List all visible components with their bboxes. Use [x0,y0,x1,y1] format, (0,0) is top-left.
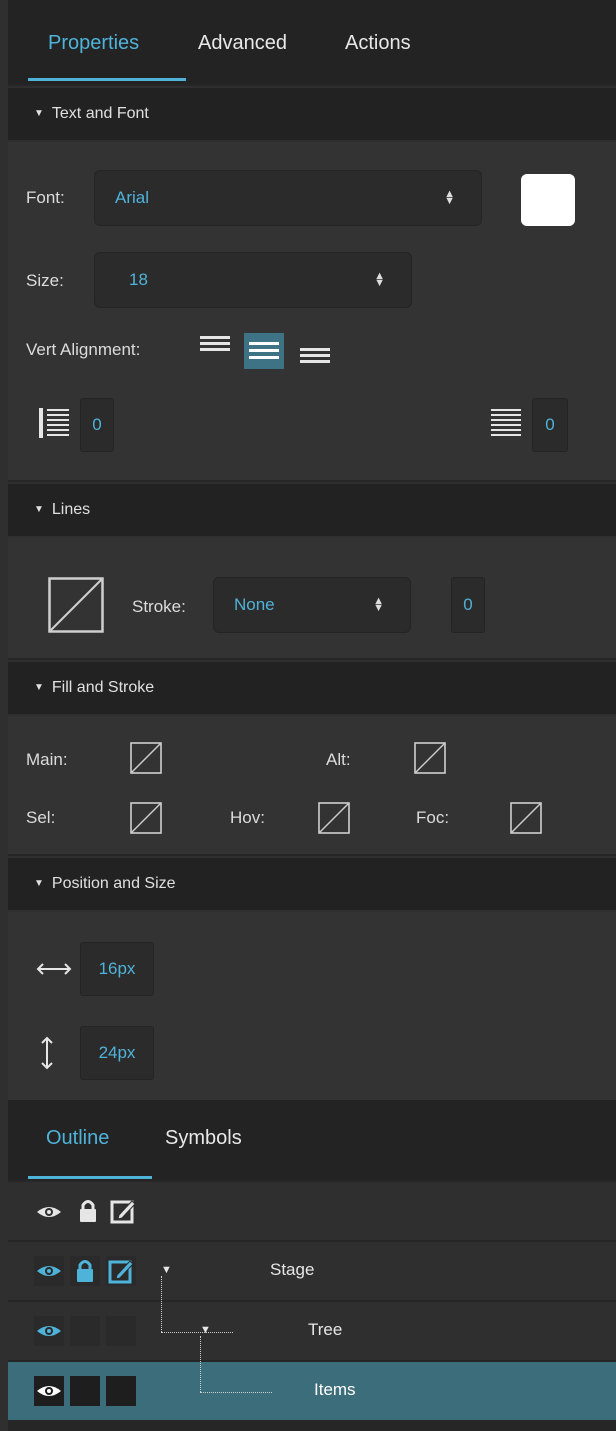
properties-tabbar: Properties Advanced Actions [8,0,616,84]
lock-icon[interactable] [78,1199,98,1223]
tab-outline[interactable]: Outline [46,1127,109,1150]
visibility-eye-icon [37,1266,61,1276]
edit-toggle[interactable] [106,1256,136,1286]
lock-toggle[interactable] [70,1376,100,1406]
sel-fill-swatch-icon[interactable] [130,802,162,834]
font-select[interactable]: Arial ▲ ▼ [94,170,482,226]
section-title: Position and Size [51,875,176,892]
outline-row-tree[interactable]: ▼ Tree [8,1302,616,1360]
vertical-size-icon [41,1036,53,1070]
alt-fill-label: Alt: [326,750,351,769]
edit-toggle[interactable] [106,1376,136,1406]
stroke-label: Stroke: [132,597,186,616]
divider [8,854,616,856]
select-arrows-icon: ▲ ▼ [374,270,385,289]
main-fill-label: Main: [26,750,68,769]
foc-fill-label: Foc: [416,808,450,827]
visibility-toggle[interactable] [34,1256,64,1286]
stroke-value: None [234,595,275,614]
select-arrows-icon: ▲ ▼ [444,188,455,207]
hov-fill-swatch-icon[interactable] [318,802,350,834]
align-middle-button[interactable] [244,333,284,369]
visibility-eye-icon [37,1386,61,1396]
collapse-triangle-icon: ▼ [34,682,44,693]
font-color-swatch[interactable] [521,174,575,226]
outline-item-label: Items [314,1380,356,1399]
tree-connector [161,1332,233,1333]
visibility-toggle[interactable] [34,1376,64,1406]
right-indent-icon [491,409,521,436]
lock-icon [77,1260,93,1282]
tree-connector [200,1336,201,1392]
visibility-toggle[interactable] [34,1316,64,1346]
tab-properties[interactable]: Properties [48,32,139,55]
height-field[interactable]: 24px [80,1026,154,1080]
divider [8,84,616,86]
outline-header-row [8,1182,616,1240]
expand-triangle-icon[interactable]: ▼ [161,1264,172,1276]
collapse-triangle-icon: ▼ [34,108,44,119]
outline-tabbar: Outline Symbols [8,1100,616,1180]
left-indent-icon [39,408,69,438]
visibility-eye-icon [37,1326,61,1336]
divider [8,480,616,482]
expand-triangle-icon[interactable]: ▼ [200,1324,211,1336]
stroke-width-field[interactable]: 0 [451,577,485,633]
stroke-select[interactable]: None ▲ ▼ [213,577,411,633]
active-tab-indicator [28,78,186,81]
outline-row-stage[interactable]: ▼ Stage [8,1242,616,1300]
bottom-bar [8,1420,616,1431]
sel-fill-label: Sel: [26,808,56,827]
align-middle-icon [249,342,279,359]
left-indent-field[interactable]: 0 [80,398,114,452]
tree-connector [200,1392,272,1393]
outline-row-items[interactable]: Items [8,1362,616,1420]
no-stroke-swatch-icon[interactable] [48,577,104,633]
right-indent-field[interactable]: 0 [532,398,568,452]
alt-fill-swatch-icon[interactable] [414,742,446,774]
section-title: Text and Font [51,105,149,122]
section-header-fill-stroke[interactable]: ▼ Fill and Stroke [8,662,616,714]
foc-fill-swatch-icon[interactable] [510,802,542,834]
align-top-icon[interactable] [198,334,232,358]
section-header-position-size[interactable]: ▼ Position and Size [8,858,616,910]
section-title: Fill and Stroke [51,679,155,696]
section-header-text-font[interactable]: ▼ Text and Font [8,88,616,140]
edit-toggle[interactable] [106,1316,136,1346]
size-value: 18 [129,270,148,289]
lock-toggle[interactable] [70,1256,100,1286]
tab-symbols[interactable]: Symbols [165,1127,242,1150]
collapse-triangle-icon: ▼ [34,878,44,889]
tab-actions[interactable]: Actions [345,32,411,55]
width-field[interactable]: 16px [80,942,154,996]
horizontal-size-icon [36,963,72,975]
divider [8,658,616,660]
collapse-triangle-icon: ▼ [34,504,44,515]
vert-alignment-label: Vert Alignment: [26,340,141,359]
select-arrows-icon: ▲ ▼ [373,595,384,614]
section-title: Lines [51,501,91,518]
active-tab-indicator [28,1176,152,1179]
tab-advanced[interactable]: Advanced [198,32,287,55]
edit-icon [108,1260,134,1284]
hov-fill-label: Hov: [230,808,265,827]
font-label: Font: [26,188,65,207]
main-fill-swatch-icon[interactable] [130,742,162,774]
size-select[interactable]: 18 ▲ ▼ [94,252,412,308]
align-bottom-icon[interactable] [298,342,332,366]
outline-item-label: Stage [270,1260,315,1279]
size-label: Size: [26,271,64,290]
tree-connector [161,1276,162,1332]
outline-item-label: Tree [308,1320,343,1339]
section-header-lines[interactable]: ▼ Lines [8,484,616,536]
visibility-eye-icon[interactable] [36,1204,62,1220]
lock-toggle[interactable] [70,1316,100,1346]
font-value: Arial [115,188,150,207]
edit-icon[interactable] [110,1198,136,1224]
